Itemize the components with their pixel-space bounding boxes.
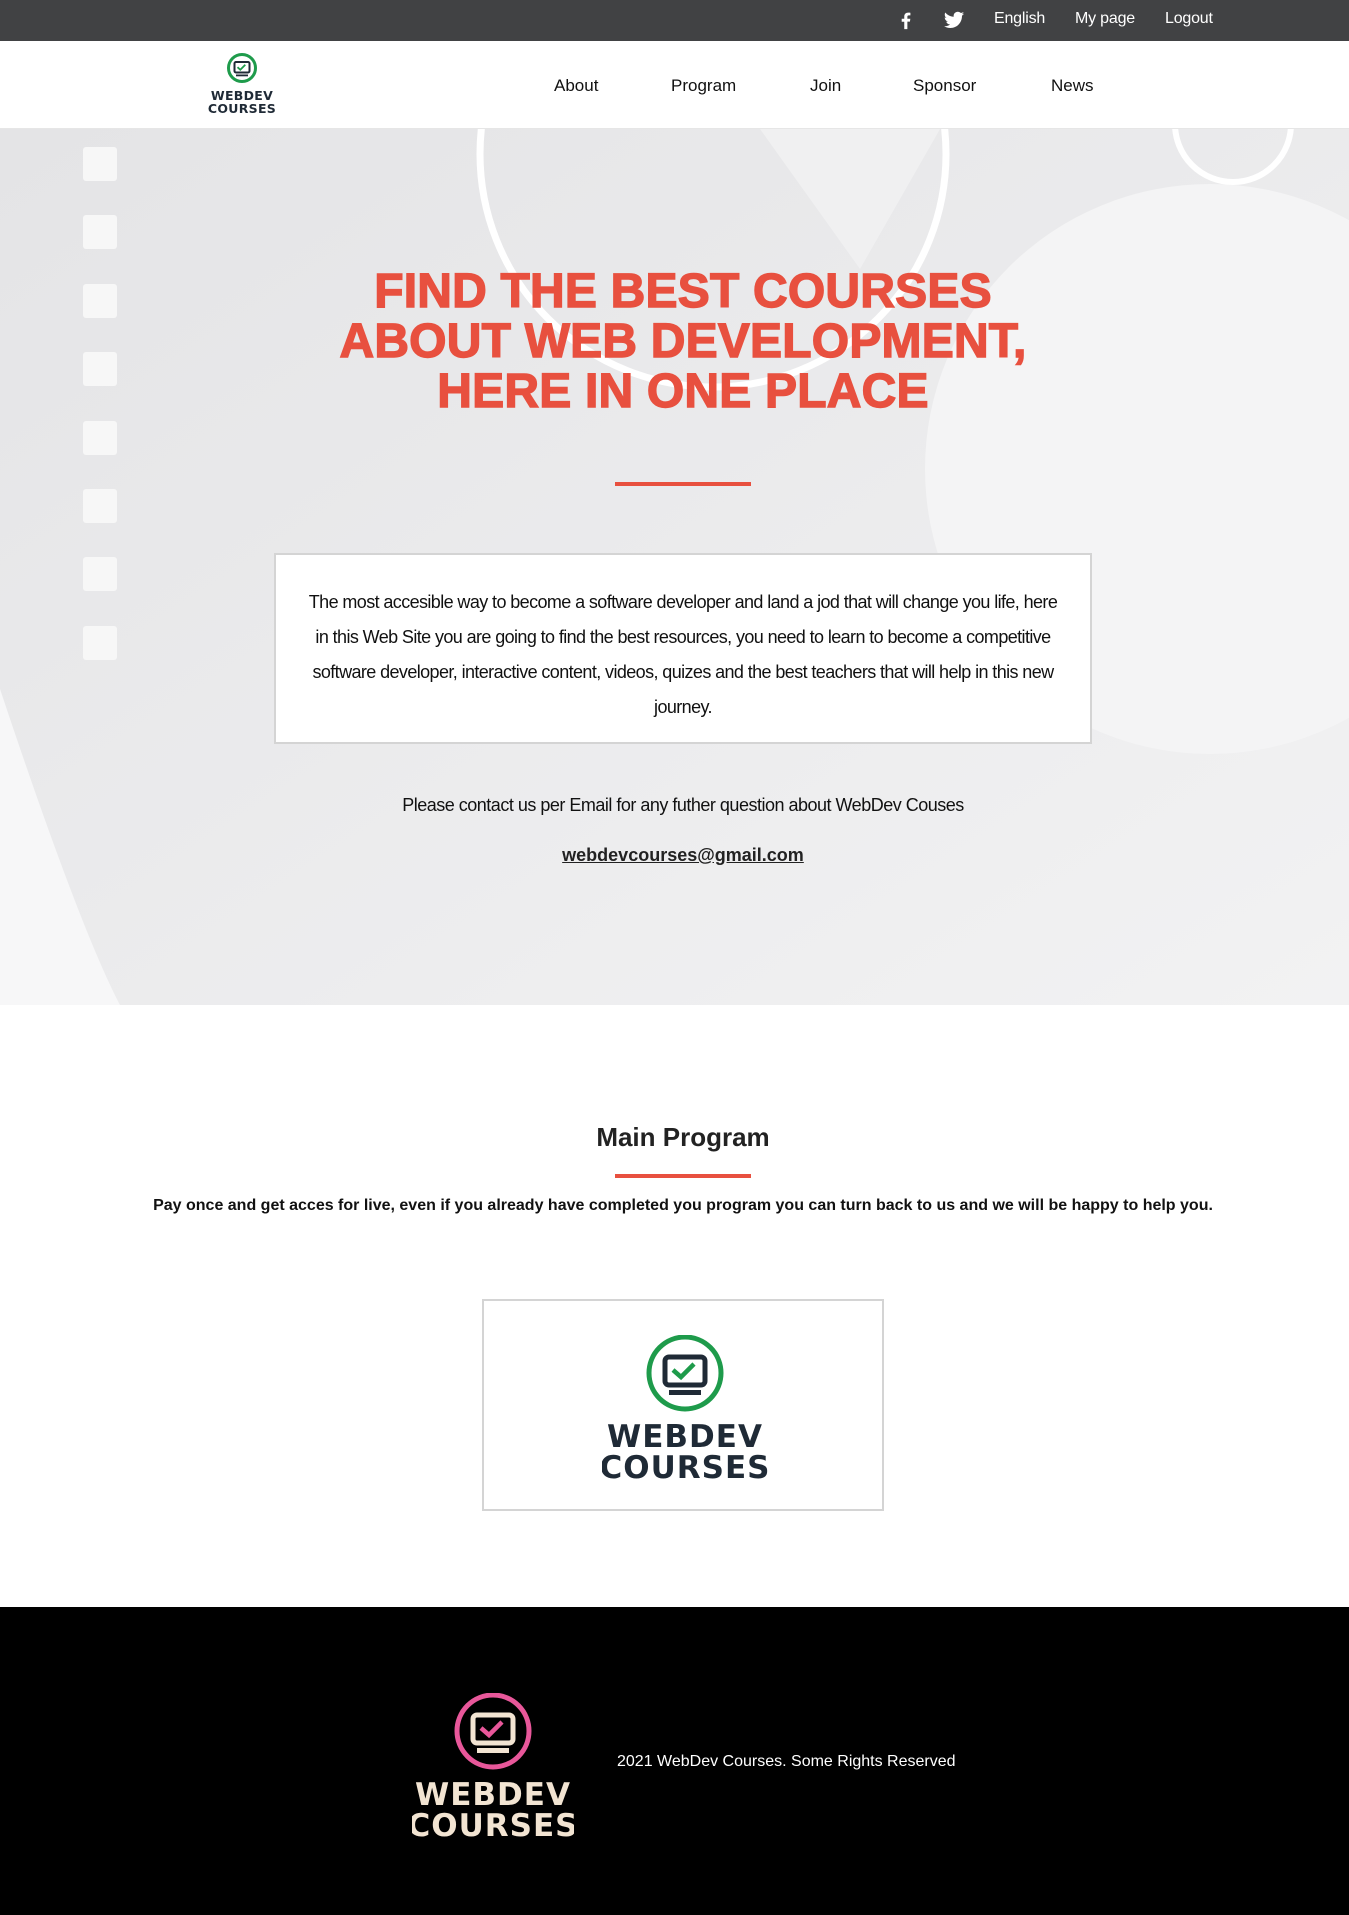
site-footer: WEBDEV COURSES 2021 WebDev Courses. Some… bbox=[0, 1607, 1349, 1915]
nav-sponsor[interactable]: Sponsor bbox=[913, 76, 976, 96]
email-wrapper: webdevcourses@gmail.com bbox=[274, 845, 1092, 866]
nav-program[interactable]: Program bbox=[671, 76, 736, 96]
hero-description: The most accesible way to become a softw… bbox=[308, 592, 1058, 717]
hero-title: FIND THE BEST COURSES ABOUT WEB DEVELOPM… bbox=[250, 265, 1116, 418]
site-header: WEBDEV COURSES About Program Join Sponso… bbox=[0, 41, 1349, 129]
hero-title-line2: ABOUT WEB DEVELOPMENT, bbox=[339, 315, 1027, 368]
hero-description-box: The most accesible way to become a softw… bbox=[274, 553, 1092, 744]
email-link[interactable]: webdevcourses@gmail.com bbox=[562, 845, 804, 865]
nav-join[interactable]: Join bbox=[810, 76, 841, 96]
monitor-check-icon bbox=[454, 1693, 532, 1770]
facebook-icon[interactable] bbox=[894, 9, 918, 31]
monitor-check-icon bbox=[646, 1335, 724, 1412]
hero-section: FIND THE BEST COURSES ABOUT WEB DEVELOPM… bbox=[0, 129, 1349, 1005]
main-program-subtitle: Pay once and get acces for live, even if… bbox=[153, 1197, 1213, 1214]
nav-news[interactable]: News bbox=[1051, 76, 1094, 96]
program-card[interactable]: WEBDEV COURSES bbox=[482, 1299, 884, 1511]
decorative-square bbox=[83, 489, 117, 523]
decorative-square bbox=[83, 626, 117, 660]
footer-logo: WEBDEV COURSES bbox=[412, 1693, 574, 1843]
decorative-square bbox=[83, 557, 117, 591]
main-program-title: Main Program bbox=[596, 1122, 770, 1152]
contact-text: Please contact us per Email for any futh… bbox=[402, 795, 964, 815]
hero-title-line3: HERE IN ONE PLACE bbox=[437, 365, 930, 418]
footer-logo-text-line2: COURSES bbox=[412, 1808, 574, 1843]
site-logo[interactable]: WEBDEV COURSES bbox=[206, 52, 278, 118]
top-bar: English My page Logout bbox=[0, 0, 1349, 41]
hero-divider bbox=[615, 482, 751, 486]
logout-link[interactable]: Logout bbox=[1165, 10, 1213, 28]
hero-title-line1: FIND THE BEST COURSES bbox=[374, 265, 993, 318]
decorative-square bbox=[83, 284, 117, 318]
program-logo: WEBDEV COURSES bbox=[602, 1335, 768, 1485]
main-program-divider bbox=[615, 1174, 751, 1178]
decorative-square bbox=[83, 147, 117, 181]
decorative-square bbox=[83, 215, 117, 249]
my-page-link[interactable]: My page bbox=[1075, 10, 1135, 28]
twitter-icon[interactable] bbox=[942, 9, 966, 31]
card-logo-text-line2: COURSES bbox=[602, 1450, 768, 1485]
copyright-text: 2021 WebDev Courses. Some Rights Reserve… bbox=[617, 1753, 956, 1770]
nav-about[interactable]: About bbox=[554, 76, 598, 96]
logo-text-line2: COURSES bbox=[207, 101, 277, 116]
decorative-square bbox=[83, 352, 117, 386]
decorative-square bbox=[83, 421, 117, 455]
language-link[interactable]: English bbox=[994, 10, 1045, 28]
